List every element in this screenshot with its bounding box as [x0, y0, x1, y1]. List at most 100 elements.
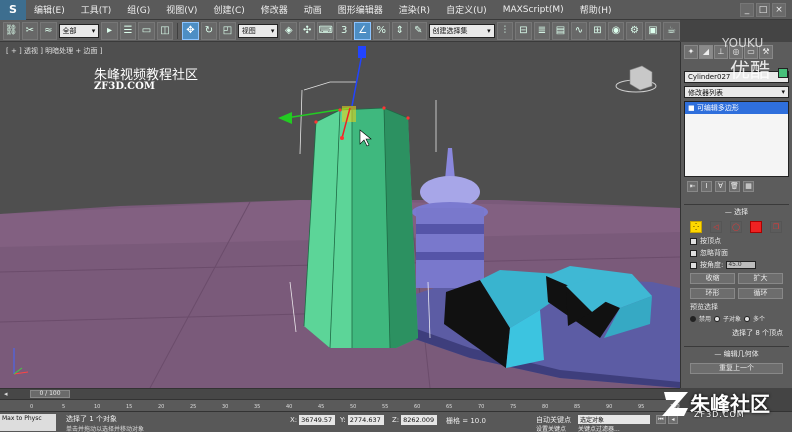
main-toolbar: ⛓ ✂ ≈ 全部 ▾ ▸ ☰ ▭ ◫ ✥ ↻ ◰ 视图 ▾ ◈ ✣ ⌨ 3 ∠ % … — [0, 20, 680, 42]
coord-z-field[interactable]: 8262.009 — [401, 415, 438, 425]
menu-maxscript[interactable]: MAXScript(M) — [495, 5, 572, 15]
make-unique-icon[interactable]: ∀ — [715, 181, 726, 192]
minimize-button[interactable]: _ — [740, 2, 754, 17]
repeat-last-button[interactable]: 重复上一个 — [690, 363, 783, 374]
rotate-icon[interactable]: ↻ — [200, 21, 218, 40]
close-button[interactable]: × — [772, 2, 786, 17]
configure-sets-icon[interactable]: ▦ — [743, 181, 754, 192]
schematic-view-icon[interactable]: ⊞ — [589, 21, 606, 40]
menu-animation[interactable]: 动画 — [296, 3, 330, 16]
named-selection-edit-icon[interactable]: ✎ — [410, 21, 427, 40]
by-angle-option[interactable]: 按角度: 45.0 — [684, 259, 789, 271]
ring-button[interactable]: 环形 — [690, 288, 735, 299]
vertex-level-icon[interactable]: ⁛ — [690, 221, 702, 233]
keyboard-shortcut-icon[interactable]: ⌨ — [317, 21, 334, 40]
selection-filter-dropdown[interactable]: 全部 ▾ — [58, 23, 100, 38]
menu-graph-editors[interactable]: 图形编辑器 — [330, 3, 391, 16]
remove-modifier-icon[interactable]: 🗑 — [729, 181, 740, 192]
set-key-button[interactable]: 设置关键点 — [536, 424, 566, 432]
preview-multi-radio[interactable] — [744, 315, 751, 322]
show-end-result-icon[interactable]: I — [701, 181, 712, 192]
render-production-icon[interactable]: ☕ — [663, 21, 680, 40]
checkbox[interactable] — [690, 249, 697, 257]
menu-modifiers[interactable]: 修改器 — [253, 3, 296, 16]
coord-x-label: X: — [290, 416, 298, 424]
menu-view[interactable]: 视图(V) — [158, 3, 205, 16]
mirror-icon[interactable]: ⫶ — [496, 21, 514, 40]
select-manipulate-icon[interactable]: ✣ — [298, 21, 316, 40]
track-bar[interactable]: 0510152025303540455055606570758085909510… — [0, 399, 680, 411]
bind-space-warp-icon[interactable]: ≈ — [40, 21, 57, 40]
render-setup-icon[interactable]: ⚙ — [626, 21, 643, 40]
pin-stack-icon[interactable]: ⇤ — [687, 181, 698, 192]
ref-coord-dropdown[interactable]: 视图 ▾ — [237, 23, 279, 38]
percent-snap-icon[interactable]: % — [372, 21, 390, 40]
menu-tools[interactable]: 工具(T) — [73, 3, 120, 16]
edge-level-icon[interactable]: ◁ — [710, 221, 722, 233]
viewport-label[interactable]: [ + ] 透视 ] 明暗处理 + 边面 ] — [6, 46, 102, 56]
rect-selection-icon[interactable]: ▭ — [138, 21, 155, 40]
select-object-icon[interactable]: ▸ — [101, 21, 118, 40]
by-vertex-option[interactable]: 按顶点 — [684, 235, 789, 247]
create-tab-icon[interactable]: ✦ — [684, 45, 698, 59]
maximize-button[interactable]: □ — [756, 2, 770, 17]
preview-subobj-radio[interactable] — [714, 315, 721, 322]
stack-item-editable-poly[interactable]: ■ 可编辑多边形 — [685, 102, 788, 114]
pivot-center-icon[interactable]: ◈ — [280, 21, 297, 40]
maxscript-listener[interactable]: Max to Physc — [0, 414, 56, 431]
move-icon[interactable]: ✥ — [182, 21, 199, 40]
menu-group[interactable]: 组(G) — [119, 3, 158, 16]
perspective-viewport[interactable]: [ + ] 透视 ] 明暗处理 + 边面 ] 朱峰视频教程社区 ZF3D.COM — [0, 42, 680, 388]
menu-rendering[interactable]: 渲染(R) — [391, 3, 438, 16]
angle-snap-icon[interactable]: ∠ — [354, 21, 371, 40]
menu-customize[interactable]: 自定义(U) — [438, 3, 495, 16]
repeat-last-row: 重复上一个 — [684, 361, 789, 376]
border-level-icon[interactable]: ◯ — [730, 221, 742, 233]
snaps-toggle-icon[interactable]: 3 — [335, 21, 353, 40]
track-tick-label: 70 — [478, 404, 485, 410]
polygon-level-icon[interactable] — [750, 221, 762, 233]
named-selection-dropdown[interactable]: 创建选择集 ▾ — [428, 23, 495, 38]
material-editor-icon[interactable]: ◉ — [607, 21, 625, 40]
unlink-icon[interactable]: ✂ — [21, 21, 39, 40]
edit-geometry-title[interactable]: — 编辑几何体 — [684, 347, 789, 361]
link-icon[interactable]: ⛓ — [3, 21, 20, 40]
coord-x-field[interactable]: 36749.57 — [299, 415, 336, 425]
checkbox[interactable] — [690, 237, 697, 245]
key-selection-dropdown[interactable]: 选定对象 — [578, 415, 650, 424]
graphite-ribbon-icon[interactable]: ▤ — [552, 21, 569, 40]
track-tick-label: 15 — [126, 404, 133, 410]
menu-create[interactable]: 创建(C) — [205, 3, 252, 16]
preview-selection-label: 预览选择 — [690, 303, 718, 311]
menu-edit[interactable]: 编辑(E) — [26, 3, 73, 16]
time-slider-thumb[interactable]: 0 / 100 — [30, 390, 70, 398]
rendered-frame-icon[interactable]: ▣ — [644, 21, 662, 40]
app-logo-icon[interactable]: S — [0, 0, 26, 20]
modify-tab-icon[interactable]: ◢ — [699, 45, 713, 59]
time-slider[interactable]: ◂ 0 / 100 ▸ — [0, 388, 680, 399]
key-filters-button[interactable]: 关键点过滤器... — [578, 424, 620, 432]
spinner-snap-icon[interactable]: ⇕ — [391, 21, 409, 40]
shrink-button[interactable]: 收缩 — [690, 273, 735, 284]
stack-tools: ⇤ I ∀ 🗑 ▦ — [681, 177, 792, 196]
ignore-backfacing-option[interactable]: 忽略背面 — [684, 247, 789, 259]
angle-spinner[interactable]: 45.0 — [726, 261, 757, 269]
layer-manager-icon[interactable]: ≣ — [533, 21, 551, 40]
select-by-name-icon[interactable]: ☰ — [119, 21, 137, 40]
checkbox[interactable] — [690, 261, 697, 269]
menu-help[interactable]: 帮助(H) — [572, 3, 620, 16]
window-crossing-icon[interactable]: ◫ — [156, 21, 174, 40]
object-color-swatch[interactable] — [778, 68, 788, 78]
grow-button[interactable]: 扩大 — [738, 273, 783, 284]
scale-icon[interactable]: ◰ — [219, 21, 236, 40]
modifier-stack[interactable]: ■ 可编辑多边形 — [684, 101, 789, 177]
align-icon[interactable]: ⊟ — [515, 21, 532, 40]
curve-editor-icon[interactable]: ∿ — [570, 21, 588, 40]
modifier-list-dropdown[interactable]: 修改器列表 ▾ — [684, 86, 789, 98]
preview-off-radio[interactable] — [690, 315, 696, 322]
selection-rollout-title[interactable]: — 选择 — [684, 205, 789, 219]
loop-button[interactable]: 循环 — [738, 288, 783, 299]
coord-y-field[interactable]: 2774.637 — [347, 415, 384, 425]
element-level-icon[interactable]: ❒ — [770, 221, 782, 233]
prev-frame-icon[interactable]: ◂ — [4, 390, 8, 398]
